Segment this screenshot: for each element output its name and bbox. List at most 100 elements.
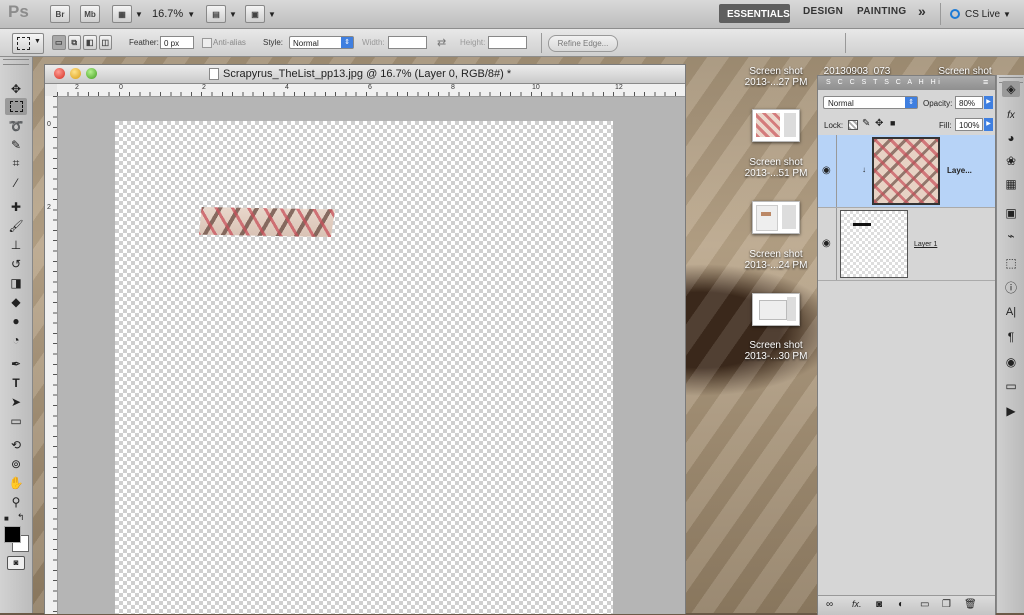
new-layer-icon[interactable]: ❐ xyxy=(942,599,951,610)
quick-mask-icon[interactable]: ◙ xyxy=(7,556,25,570)
lock-all-icon[interactable]: ■ xyxy=(890,118,895,128)
desktop-icon-label[interactable]: Screen shot 2013-...51 PM xyxy=(731,157,821,179)
workspace-essentials[interactable]: ESSENTIALS xyxy=(719,4,790,23)
panel-tab-strip[interactable]: S C C S T S C A H Hi xyxy=(818,76,995,90)
minibridge-button[interactable]: Mb xyxy=(80,5,100,23)
foreground-color-swatch[interactable] xyxy=(4,526,21,543)
delete-layer-icon[interactable]: 🗑 xyxy=(964,599,977,610)
feather-input[interactable]: 0 px xyxy=(160,36,194,49)
close-button[interactable] xyxy=(54,68,65,79)
washi-tape-layer-content[interactable] xyxy=(199,207,335,237)
opacity-slider-button[interactable]: ▶ xyxy=(984,96,993,109)
view-extras-button[interactable]: ▦ ▼ xyxy=(112,5,143,23)
lock-transparency-icon[interactable] xyxy=(848,120,858,130)
lock-pixels-icon[interactable]: ✎ xyxy=(862,118,870,129)
screen-mode-button[interactable]: ▣ ▼ xyxy=(245,5,276,23)
character-icon[interactable]: A| xyxy=(1002,304,1020,320)
screenshot-thumbnail[interactable] xyxy=(752,201,800,234)
subtract-selection-icon[interactable]: ◧ xyxy=(83,35,97,50)
blur-tool-icon[interactable]: ● xyxy=(7,312,25,329)
minimize-button[interactable] xyxy=(70,68,81,79)
opacity-input[interactable]: 80% xyxy=(955,96,983,109)
workspace-painting[interactable]: PAINTING xyxy=(857,6,906,17)
dodge-tool-icon[interactable]: ◔ xyxy=(7,331,25,348)
move-tool-icon[interactable]: ✥ xyxy=(7,80,25,97)
fill-slider-button[interactable]: ▶ xyxy=(984,118,993,131)
add-selection-icon[interactable]: ⧉ xyxy=(67,35,81,50)
clone-source-icon[interactable]: ▭ xyxy=(1002,378,1020,394)
tool-preset-picker[interactable]: ▼ xyxy=(12,33,44,54)
screenshot-thumbnail[interactable] xyxy=(752,109,800,142)
desktop-icon-label[interactable]: Screen shot 2013-...27 PM xyxy=(731,66,821,88)
paragraph-icon[interactable]: ¶ xyxy=(1002,329,1020,345)
actions-icon[interactable]: ▶ xyxy=(1002,403,1020,419)
layers-panel-icon[interactable]: ◈ xyxy=(1002,81,1020,97)
layer-row[interactable]: ◉ Layer 1 xyxy=(818,208,995,281)
width-input[interactable] xyxy=(388,36,427,49)
pen-tool-icon[interactable]: ✒ xyxy=(7,355,25,372)
fill-input[interactable]: 100% xyxy=(955,118,983,131)
styles-fx-icon[interactable]: fx xyxy=(1002,107,1020,123)
path-selection-tool-icon[interactable]: ➤ xyxy=(7,393,25,410)
cs-live-button[interactable]: CS Live ▼ xyxy=(950,5,1011,23)
swap-colors-icon[interactable]: ↰ xyxy=(17,512,25,523)
desktop-icon-label[interactable]: Screen shot 2013-...24 PM xyxy=(731,249,821,271)
swatches-icon[interactable]: ▦ xyxy=(1002,176,1020,192)
zoom-level-menu[interactable]: 16.7% ▼ xyxy=(152,5,195,23)
eraser-tool-icon[interactable]: ◨ xyxy=(7,274,25,291)
screenshot-thumbnail[interactable] xyxy=(752,293,800,326)
workspace-design[interactable]: DESIGN xyxy=(803,6,843,17)
hand-tool-icon[interactable]: ✋ xyxy=(7,474,25,491)
transform-icon[interactable]: ⬚ xyxy=(1002,255,1020,271)
3d-orbit-tool-icon[interactable]: ⊚ xyxy=(7,455,25,472)
more-workspaces-button[interactable]: » xyxy=(918,3,926,19)
new-selection-icon[interactable]: ▭ xyxy=(52,35,66,50)
lasso-tool-icon[interactable]: ➰ xyxy=(7,117,25,134)
document-canvas[interactable] xyxy=(115,121,613,614)
swap-icon[interactable]: ⇄ xyxy=(437,36,446,49)
type-tool-icon[interactable]: T xyxy=(7,374,25,391)
style-select[interactable]: Normal ⇕ xyxy=(289,36,354,49)
layer-name[interactable]: Laye... xyxy=(947,166,972,175)
zoom-button[interactable] xyxy=(86,68,97,79)
bridge-button[interactable]: Br xyxy=(50,5,70,23)
rectangular-marquee-tool-icon[interactable] xyxy=(5,98,27,115)
rectangle-tool-icon[interactable]: ▭ xyxy=(7,412,25,429)
new-group-icon[interactable]: ▭ xyxy=(920,599,929,610)
intersect-selection-icon[interactable]: ◫ xyxy=(98,35,112,50)
histogram-icon[interactable]: ⌁ xyxy=(1002,228,1020,244)
arrange-documents-button[interactable]: ▤ ▼ xyxy=(206,5,237,23)
panel-menu-icon[interactable]: ≡ xyxy=(983,77,993,89)
refine-edge-button[interactable]: Refine Edge... xyxy=(548,35,618,52)
quick-selection-tool-icon[interactable]: ✎ xyxy=(7,136,25,153)
3d-rotate-tool-icon[interactable]: ⟲ xyxy=(7,436,25,453)
paint-bucket-tool-icon[interactable]: ◆ xyxy=(7,293,25,310)
height-input[interactable] xyxy=(488,36,527,49)
blend-mode-select[interactable]: Normal ⇕ xyxy=(823,96,918,109)
color-panel-icon[interactable]: ❀ xyxy=(1002,153,1020,169)
default-colors-icon[interactable]: ■ xyxy=(4,514,9,523)
layer-row-selected[interactable]: ◉ ↓ Laye... xyxy=(818,135,995,208)
antialias-checkbox[interactable] xyxy=(202,38,212,48)
brush-tool-icon[interactable]: 🖌 xyxy=(7,217,25,234)
document-title-bar[interactable]: Scrapyrus_TheList_pp13.jpg @ 16.7% (Laye… xyxy=(45,65,685,84)
adjustment-layer-icon[interactable]: ◐ xyxy=(898,599,904,610)
crop-tool-icon[interactable]: ⌗ xyxy=(7,155,25,172)
eyedropper-tool-icon[interactable]: ⁄ xyxy=(7,174,25,191)
info-icon[interactable]: ⓘ xyxy=(1002,279,1020,295)
clone-stamp-tool-icon[interactable]: ⊥ xyxy=(7,236,25,253)
lock-position-icon[interactable]: ✥ xyxy=(875,118,883,129)
spot-healing-tool-icon[interactable]: ✚ xyxy=(7,198,25,215)
layer-style-icon[interactable]: fx. xyxy=(852,599,862,609)
layer-name[interactable]: Layer 1 xyxy=(914,241,937,248)
navigator-icon[interactable]: ▣ xyxy=(1002,205,1020,221)
desktop-icon-label[interactable]: Screen shot 2013-...30 PM xyxy=(731,340,821,362)
add-mask-icon[interactable]: ◙ xyxy=(876,599,882,610)
zoom-tool-icon[interactable]: ⚲ xyxy=(7,493,25,510)
visibility-eye-icon[interactable]: ◉ xyxy=(822,166,834,176)
adjustments-icon[interactable]: ◕ xyxy=(1002,130,1020,146)
brushes-icon[interactable]: ◉ xyxy=(1002,354,1020,370)
link-layers-icon[interactable]: ∞ xyxy=(826,599,833,610)
visibility-eye-icon[interactable]: ◉ xyxy=(822,239,834,249)
history-brush-tool-icon[interactable]: ↺ xyxy=(7,255,25,272)
